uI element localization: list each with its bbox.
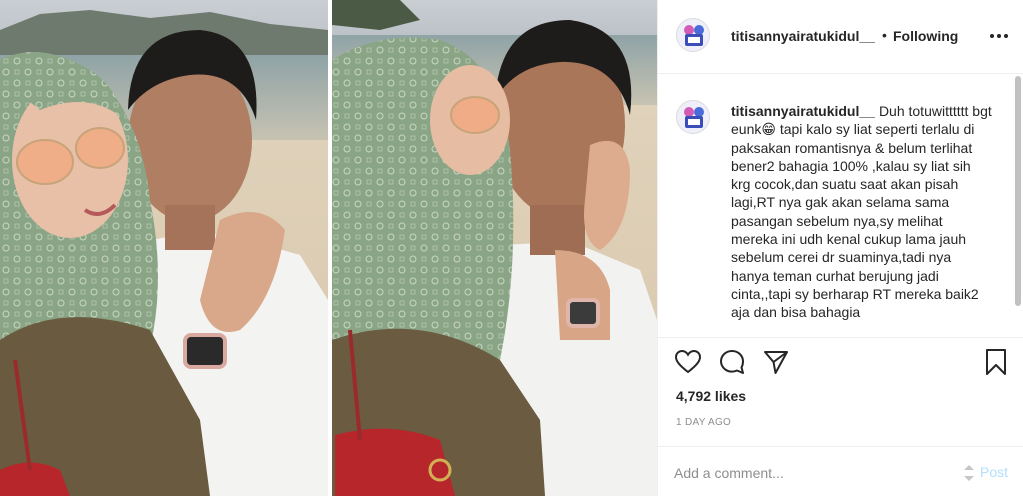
post-side-panel: titisannyairatukidul__ • Following titis… — [657, 0, 1023, 496]
comment-input[interactable] — [674, 461, 944, 485]
caption-username[interactable]: titisannyairatukidul__ — [731, 103, 875, 119]
likes-count[interactable]: 4,792 likes — [676, 388, 746, 404]
comments-section: titisannyairatukidul__ Duh totuwitttttt b… — [658, 74, 1008, 337]
loading-spinner-icon — [963, 464, 975, 482]
header-separator: • — [882, 27, 887, 43]
caption-avatar[interactable] — [676, 100, 710, 134]
avatar-image — [677, 101, 709, 133]
comments-scrollbar[interactable] — [1015, 76, 1021, 306]
post-timestamp[interactable]: 1 DAY AGO — [676, 417, 731, 428]
post-photo[interactable] — [0, 0, 657, 496]
author-username[interactable]: titisannyairatukidul__ — [731, 28, 875, 44]
paper-plane-icon[interactable] — [762, 348, 790, 376]
post-header: titisannyairatukidul__ • Following — [658, 0, 1023, 74]
author-avatar[interactable] — [676, 18, 710, 52]
more-options-icon[interactable] — [988, 26, 1010, 46]
heart-icon[interactable] — [674, 348, 702, 376]
caption-text: Duh totuwitttttt bgt eunk😁 tapi kalo sy … — [731, 103, 992, 321]
comment-bubble-icon[interactable] — [718, 348, 746, 376]
following-button[interactable]: Following — [893, 28, 958, 44]
photo-left — [0, 0, 328, 496]
post-comment-button[interactable]: Post — [980, 464, 1008, 480]
bookmark-icon[interactable] — [982, 348, 1010, 376]
post-caption: titisannyairatukidul__ Duh totuwitttttt b… — [731, 102, 993, 322]
post-actions: 4,792 likes 1 DAY AGO Post — [658, 337, 1023, 497]
add-comment-form: Post — [658, 446, 1023, 498]
avatar-image — [677, 19, 709, 51]
photo-right — [332, 0, 657, 496]
photo-collage — [0, 0, 657, 496]
